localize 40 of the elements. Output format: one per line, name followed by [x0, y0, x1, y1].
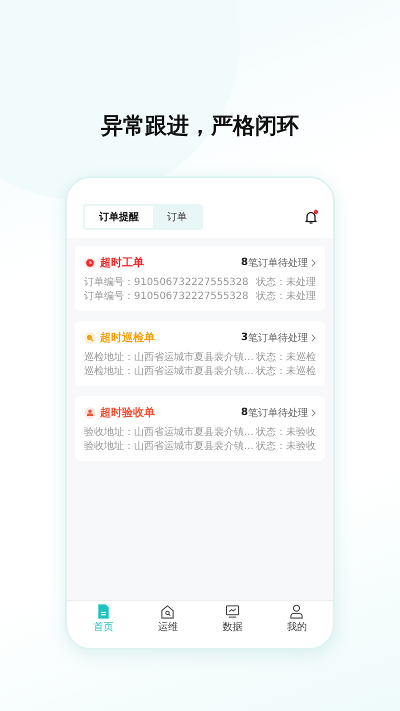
order-info: 订单编号：910506732227555328	[84, 276, 249, 290]
nav-item[interactable]: 我的	[282, 604, 311, 634]
order-card[interactable]: 超时工单 8笔订单待处理 订单编号：910506732227555328 状态：未处理 订单编号：910506732227555328 状态：未处理	[75, 246, 325, 311]
chevron-icon	[311, 408, 316, 416]
order-status: 状态：未验收	[256, 440, 316, 454]
card-title: 超时工单	[100, 255, 145, 270]
search-icon	[84, 332, 96, 344]
person-icon	[84, 406, 96, 418]
order-status: 状态：未处理	[256, 290, 316, 304]
order-status: 状态：未验收	[256, 426, 316, 440]
clock-icon	[84, 256, 96, 268]
pending-label: 笔订单待处理	[248, 256, 308, 270]
pending-count: 3	[241, 332, 248, 343]
tab[interactable]: 订单提醒	[85, 206, 153, 228]
nav-item[interactable]: 运维	[154, 604, 182, 634]
chevron-icon	[311, 258, 316, 266]
bell-icon[interactable]	[303, 209, 319, 225]
order-info: 巡检地址：山西省运城市夏县裴介镇...	[84, 351, 254, 365]
card-title: 超时验收单	[100, 405, 156, 420]
order-info: 巡检地址：山西省运城市夏县裴介镇...	[84, 365, 254, 379]
order-info: 验收地址：山西省运城市夏县裴介镇...	[84, 426, 254, 440]
order-info: 订单编号：910506732227555328	[84, 290, 249, 304]
order-status: 状态：未巡检	[256, 351, 316, 365]
card-title: 超时巡检单	[100, 330, 156, 345]
chevron-icon	[311, 334, 316, 342]
order-status: 状态：未处理	[256, 276, 316, 290]
nav-item[interactable]: 数据	[218, 604, 246, 634]
order-status: 状态：未巡检	[256, 365, 316, 379]
pending-label: 笔订单待处理	[248, 332, 308, 344]
pending-count: 8	[241, 407, 248, 418]
order-card[interactable]: 超时验收单 8笔订单待处理 验收地址：山西省运城市夏县裴介镇... 状态：未验收 验收地址：山西省运城市夏县裴介镇... 状态：未验收	[75, 396, 325, 461]
monitor-icon	[224, 604, 240, 619]
tab[interactable]: 订单	[153, 206, 201, 228]
order-card[interactable]: 超时巡检单 3笔订单待处理 巡检地址：山西省运城市夏县裴介镇... 状态：未巡检 巡检地址：山西省运城市夏县裴介镇... 状态：未巡检	[75, 321, 325, 386]
pending-label: 笔订单待处理	[248, 406, 308, 420]
person-icon	[289, 604, 304, 619]
pending-count: 8	[241, 257, 248, 268]
document-icon	[96, 604, 111, 619]
headline: 异常跟进，严格闭环	[101, 113, 299, 141]
order-info: 验收地址：山西省运城市夏县裴介镇...	[84, 440, 254, 454]
